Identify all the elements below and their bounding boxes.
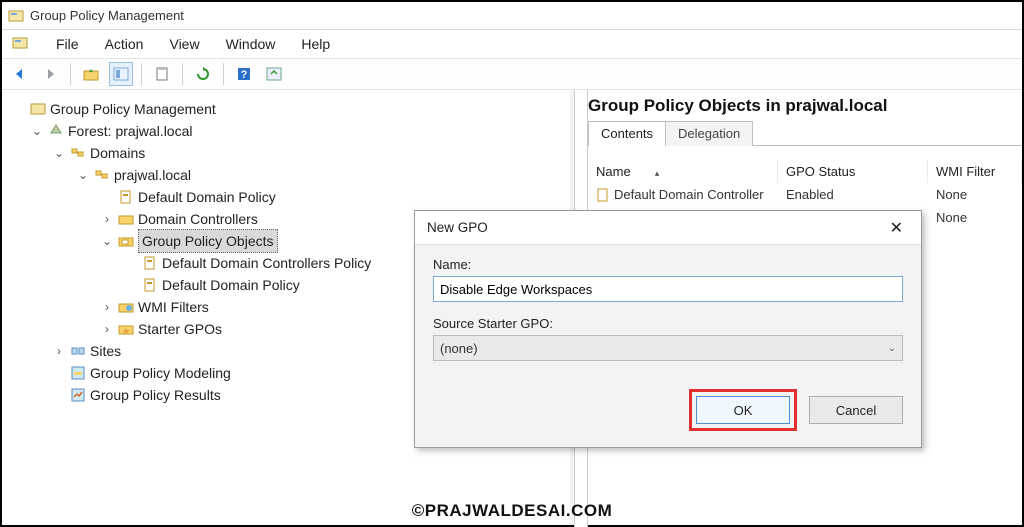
app-window: Group Policy Management File Action View…	[0, 0, 1024, 527]
svg-text:?: ?	[241, 69, 248, 81]
expander-icon[interactable]: ⌄	[76, 164, 90, 186]
domain-icon	[94, 167, 110, 183]
col-status[interactable]: GPO Status	[778, 160, 928, 183]
ou-icon	[118, 211, 134, 227]
menubar: File Action View Window Help	[2, 30, 1022, 58]
up-button[interactable]	[79, 62, 103, 86]
gpo-icon	[596, 188, 610, 202]
table-header: Name▴ GPO Status WMI Filter	[588, 160, 1022, 183]
menu-window[interactable]: Window	[224, 34, 278, 54]
chevron-down-icon: ⌄	[888, 343, 896, 354]
forest-icon	[48, 123, 64, 139]
select-value: (none)	[440, 341, 478, 356]
cell-status: Enabled	[778, 185, 928, 204]
gpo-icon	[142, 255, 158, 271]
tab-delegation[interactable]: Delegation	[665, 121, 753, 146]
gpm-icon	[30, 101, 46, 117]
show-hide-tree-button[interactable]	[109, 62, 133, 86]
results-icon	[70, 387, 86, 403]
wmi-icon	[118, 299, 134, 315]
menu-action[interactable]: Action	[103, 34, 146, 54]
new-gpo-dialog: New GPO ✕ Name: Source Starter GPO: (non…	[414, 210, 922, 448]
tree-domains[interactable]: ⌄ Domains	[8, 142, 570, 164]
cell-wmi: None	[928, 185, 1022, 204]
starter-gpo-icon	[118, 321, 134, 337]
window-title: Group Policy Management	[30, 8, 184, 23]
cell-wmi: None	[928, 208, 1022, 227]
dialog-titlebar: New GPO ✕	[415, 211, 921, 245]
cell-name: Default Domain Controller	[614, 187, 764, 202]
gpo-folder-icon	[118, 233, 134, 249]
menu-file[interactable]: File	[54, 34, 81, 54]
expander-icon[interactable]: ⌄	[52, 142, 66, 164]
expander-icon[interactable]: ›	[100, 208, 114, 230]
name-label: Name:	[433, 257, 903, 272]
name-input[interactable]	[433, 276, 903, 302]
modeling-icon	[70, 365, 86, 381]
expander-icon[interactable]: ›	[52, 340, 66, 362]
menu-view[interactable]: View	[167, 34, 201, 54]
menu-help[interactable]: Help	[299, 34, 332, 54]
titlebar: Group Policy Management	[2, 2, 1022, 30]
ok-button[interactable]: OK	[696, 396, 790, 424]
tree-domain[interactable]: ⌄ prajwal.local	[8, 164, 570, 186]
highlight-box: OK	[689, 389, 797, 431]
refresh-button[interactable]	[191, 62, 215, 86]
help-button[interactable]: ?	[232, 62, 256, 86]
col-name[interactable]: Name▴	[588, 160, 778, 183]
source-starter-select[interactable]: (none) ⌄	[433, 335, 903, 361]
sort-caret-icon: ▴	[655, 168, 660, 178]
app-icon	[8, 8, 24, 24]
expander-icon[interactable]: ⌄	[100, 230, 114, 252]
tree-root[interactable]: Group Policy Management	[8, 98, 570, 120]
tree-forest[interactable]: ⌄ Forest: prajwal.local	[8, 120, 570, 142]
clipboard-button[interactable]	[150, 62, 174, 86]
close-icon[interactable]: ✕	[884, 216, 909, 240]
toolbar: ?	[2, 58, 1022, 90]
table-row[interactable]: Default Domain Controller Enabled None	[588, 183, 1022, 206]
cancel-button[interactable]: Cancel	[809, 396, 903, 424]
dialog-title: New GPO	[427, 220, 488, 235]
back-button[interactable]	[8, 62, 32, 86]
source-label: Source Starter GPO:	[433, 316, 903, 331]
toolbar-separator	[223, 63, 224, 85]
tabs: Contents Delegation	[588, 120, 1022, 146]
toolbar-separator	[182, 63, 183, 85]
tab-contents[interactable]: Contents	[588, 121, 666, 146]
detail-title: Group Policy Objects in prajwal.local	[588, 96, 1022, 116]
toolbar-separator	[70, 63, 71, 85]
sites-icon	[70, 343, 86, 359]
gpo-icon	[142, 277, 158, 293]
gpo-link-icon	[118, 189, 134, 205]
domains-icon	[70, 145, 86, 161]
expander-icon[interactable]: ›	[100, 318, 114, 340]
watermark: ©PRAJWALDESAI.COM	[412, 501, 612, 521]
col-wmi[interactable]: WMI Filter	[928, 160, 1022, 183]
export-button[interactable]	[262, 62, 286, 86]
expander-icon[interactable]: ⌄	[30, 120, 44, 142]
mmc-icon	[12, 35, 28, 54]
expander-icon[interactable]: ›	[100, 296, 114, 318]
forward-button[interactable]	[38, 62, 62, 86]
toolbar-separator	[141, 63, 142, 85]
tree-default-domain-policy[interactable]: Default Domain Policy	[8, 186, 570, 208]
